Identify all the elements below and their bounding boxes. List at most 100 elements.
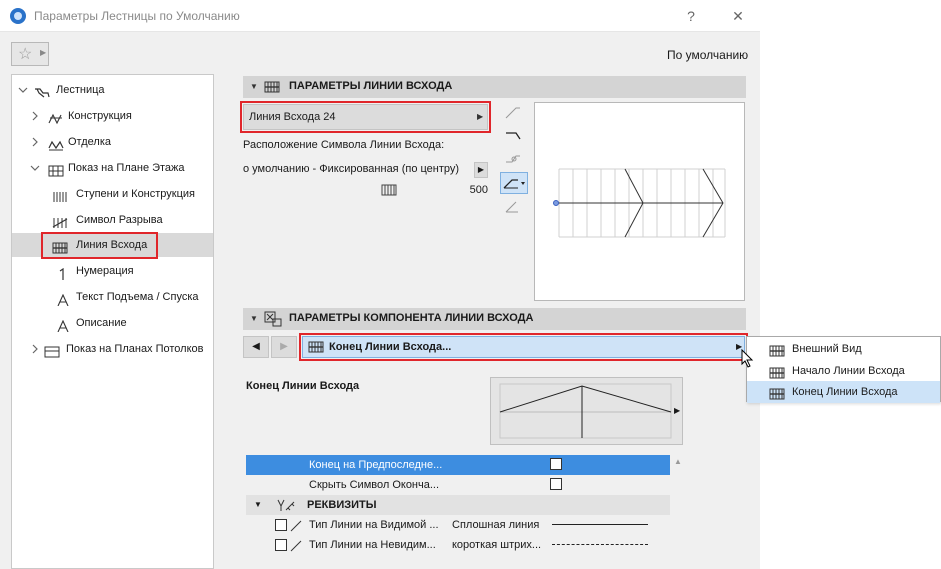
break-symbol-icon [52,214,68,228]
tree-item-label: Текст Подъема / Спуска [76,291,199,303]
star-icon: ☆ [18,46,33,63]
help-button[interactable]: ? [680,6,702,26]
description-icon [56,317,72,333]
component-section-header[interactable]: ▼ ПАРАМЕТРЫ КОМПОНЕНТА ЛИНИИ ВСХОДА [243,308,746,330]
table-row[interactable]: Тип Линии на Видимой ... Сплошная линия [246,515,670,535]
checkbox[interactable] [550,478,562,490]
walking-line-icon [769,343,785,357]
symbol-position-fixed-icon[interactable] [500,172,528,194]
collapse-icon[interactable]: ▼ [250,82,258,91]
mouse-cursor-icon [741,348,755,369]
row-value[interactable]: Сплошная линия [452,515,539,535]
row-label: Конец на Предпоследне... [309,459,443,471]
chevron-right-icon[interactable] [30,337,40,370]
position-popup[interactable]: о умолчанию - Фиксированная (по центру) … [243,162,488,178]
tree-item-label: Лестница [56,84,105,96]
symbol-position-middle-icon[interactable] [503,150,523,170]
tree-item-floorplan[interactable]: Показ на Плане Этажа [12,156,213,180]
menu-item-line-start[interactable]: Начало Линии Всхода [747,360,940,382]
tree-item-description[interactable]: Описание [12,311,213,335]
tree-item-numbering[interactable]: Нумерация [12,259,213,283]
collapse-icon[interactable]: ▼ [250,314,258,323]
stair-icon [34,84,50,98]
tree-item-break-symbol[interactable]: Символ Разрыва [12,208,213,232]
stair-plan-preview [534,102,745,301]
menu-item-label: Конец Линии Всхода [792,386,898,398]
solid-line-sample [552,524,648,525]
checkbox[interactable] [275,539,287,551]
tree-item-label: Нумерация [76,265,134,277]
numbering-icon [56,265,72,280]
position-arrow-icon[interactable]: ▶ [474,162,488,178]
section-title: ПАРАМЕТРЫ КОМПОНЕНТА ЛИНИИ ВСХОДА [289,312,534,324]
tree-item-label: Ступени и Конструкция [76,188,196,200]
archicad-app-icon [10,8,26,24]
settings-tree: Лестница Конструкция Отделка Показ на Пл… [11,74,214,569]
treads-icon [52,188,68,202]
table-row[interactable]: Скрыть Символ Оконча... [246,475,670,495]
tree-item-label: Показ на Плане Этажа [68,162,185,174]
position-label: Расположение Символа Линии Всхода: [243,139,445,151]
tree-item-label: Описание [76,317,127,329]
tree-highlight-callout [41,232,158,259]
menu-item-label: Начало Линии Всхода [792,365,905,377]
close-button[interactable]: ✕ [727,6,749,26]
row-value[interactable]: короткая штрих... [452,535,541,555]
attributes-group-row[interactable]: ▼ РЕКВИЗИТЫ [246,495,670,515]
table-scrollbar[interactable]: ▲ [670,455,686,569]
tree-item-label: Символ Разрыва [76,214,163,226]
walking-line-start-icon [769,365,785,379]
scroll-up-icon[interactable]: ▲ [674,457,682,466]
dashed-line-sample [552,544,648,545]
menu-item-line-end[interactable]: Конец Линии Всхода [747,381,940,403]
checkbox[interactable] [550,458,562,470]
tree-item-up-down-text[interactable]: Текст Подъема / Спуска [12,285,213,309]
table-row[interactable]: Конец на Предпоследне... [246,455,670,475]
menu-item-appearance[interactable]: Внешний Вид [747,338,940,360]
tree-item-structure[interactable]: Конструкция [12,104,213,128]
symbol-position-custom-icon[interactable] [503,198,523,218]
floorplan-icon [48,162,64,177]
position-value: о умолчанию - Фиксированная (по центру) [243,163,460,175]
desktop-background [760,0,941,569]
favorites-arrow-icon: ▶ [40,48,47,57]
component-settings-icon [264,311,282,327]
offset-icon [381,184,397,196]
tree-item-label: Отделка [68,136,111,148]
menu-item-label: Внешний Вид [792,343,862,355]
component-dropdown-menu: Внешний Вид Начало Линии Всхода Конец Ли… [746,336,941,403]
line-type-icon [290,539,302,552]
tree-item-label: Конструкция [68,110,132,122]
walking-line-section-header[interactable]: ▼ ПАРАМЕТРЫ ЛИНИИ ВСХОДА [243,76,746,98]
row-label: Скрыть Символ Оконча... [309,479,440,491]
tree-item-treads[interactable]: Ступени и Конструкция [12,182,213,206]
component-subtitle: Конец Линии Всхода [246,380,360,392]
attributes-icon [276,498,296,512]
tree-item-stair[interactable]: Лестница [12,78,213,102]
walking-line-icon [264,81,280,93]
structure-icon [48,110,64,125]
preview-arrow-icon[interactable]: ▶ [674,406,680,415]
group-label: РЕКВИЗИТЫ [307,499,377,511]
up-down-text-icon [56,291,72,307]
symbol-position-end-icon[interactable] [503,127,523,147]
table-row[interactable]: Тип Линии на Невидим... короткая штрих..… [246,535,670,555]
type-highlight-callout [240,101,491,133]
offset-value[interactable]: 500 [458,184,488,196]
tree-item-ceiling-plan[interactable]: Показ на Планах Потолков [12,337,213,361]
walking-line-end-icon [769,386,785,400]
default-settings-label: По умолчанию [667,48,749,62]
tree-item-label: Показ на Планах Потолков [66,343,204,355]
finish-icon [48,136,64,151]
favorites-button[interactable]: ☆ ▶ [11,42,49,66]
previous-component-button[interactable]: ◀ [243,336,269,358]
row-label: Тип Линии на Невидим... [309,539,436,551]
next-component-button[interactable]: ▶ [271,336,297,358]
collapse-icon[interactable]: ▼ [254,495,262,515]
checkbox[interactable] [275,519,287,531]
tree-item-finish[interactable]: Отделка [12,130,213,154]
symbol-position-start-icon[interactable] [503,104,523,124]
settings-table: Конец на Предпоследне... Скрыть Символ О… [246,455,670,569]
component-highlight-callout [299,333,748,361]
window-title: Параметры Лестницы по Умолчанию [34,9,240,23]
